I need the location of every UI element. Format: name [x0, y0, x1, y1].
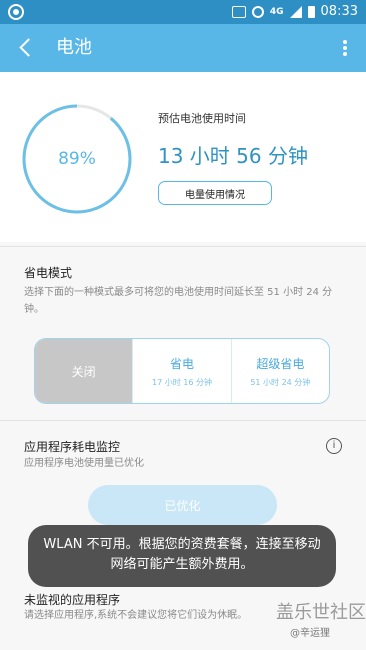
network-type: 4G [269, 6, 284, 17]
back-button[interactable] [14, 36, 38, 60]
mode-off-label: 关闭 [71, 364, 96, 379]
watermark-author: @辛运狸 [290, 628, 330, 639]
mode-ultra-saving-option[interactable]: 超级省电 51 小时 24 分钟 [230, 339, 329, 403]
mode-power-saving-label: 省电 [169, 356, 194, 371]
mode-power-saving-time: 17 小时 16 分钟 [151, 377, 212, 387]
signal-icon [289, 5, 302, 18]
info-icon[interactable]: i [326, 438, 342, 454]
app-bar: 电池 [0, 24, 366, 72]
status-icons: 4G 08:33 [231, 4, 358, 19]
watermark-title: 盖乐世社区 [276, 602, 366, 623]
power-saving-description: 选择下面的一种模式最多可将您的电池使用时间延长至 51 小时 24 分钟。 [24, 287, 333, 315]
mode-off-option[interactable]: 关闭 [35, 339, 133, 403]
battery-icon [307, 5, 315, 18]
cast-icon [231, 5, 246, 18]
unmonitored-apps-title[interactable]: 未监视的应用程序 [24, 591, 120, 608]
more-options-icon[interactable] [342, 38, 348, 58]
estimate-time: 13 小时 56 分钟 [158, 144, 308, 168]
mode-power-saving-option[interactable]: 省电 17 小时 16 分钟 [132, 339, 230, 403]
mode-ultra-saving-time: 51 小时 24 分钟 [250, 377, 311, 387]
status-bar: 4G 08:33 [0, 0, 366, 24]
power-saving-title: 省电模式 [24, 266, 73, 280]
clock: 08:33 [320, 4, 358, 19]
optimized-button[interactable]: 已优化 [88, 485, 277, 525]
divider [0, 420, 366, 421]
app-monitor-status: 应用程序电池使用量已优化 [24, 458, 144, 469]
app-monitor-title: 应用程序耗电监控 [24, 440, 121, 454]
battery-percent: 89% [58, 149, 96, 169]
mode-ultra-saving-label: 超级省电 [256, 356, 305, 371]
power-mode-selector: 关闭 省电 17 小时 16 分钟 超级省电 51 小时 24 分钟 [34, 338, 330, 404]
divider [0, 246, 366, 247]
alarm-icon [251, 5, 264, 18]
estimate-label: 预估电池使用时间 [158, 112, 246, 125]
app-status-icon [8, 4, 24, 20]
page-title: 电池 [56, 37, 92, 58]
wlan-toast: WLAN 不可用。根据您的资费套餐，连接至移动网络可能产生额外费用。 [28, 525, 336, 587]
battery-usage-button[interactable]: 电量使用情况 [158, 181, 272, 205]
battery-ring: 89% [22, 104, 132, 214]
